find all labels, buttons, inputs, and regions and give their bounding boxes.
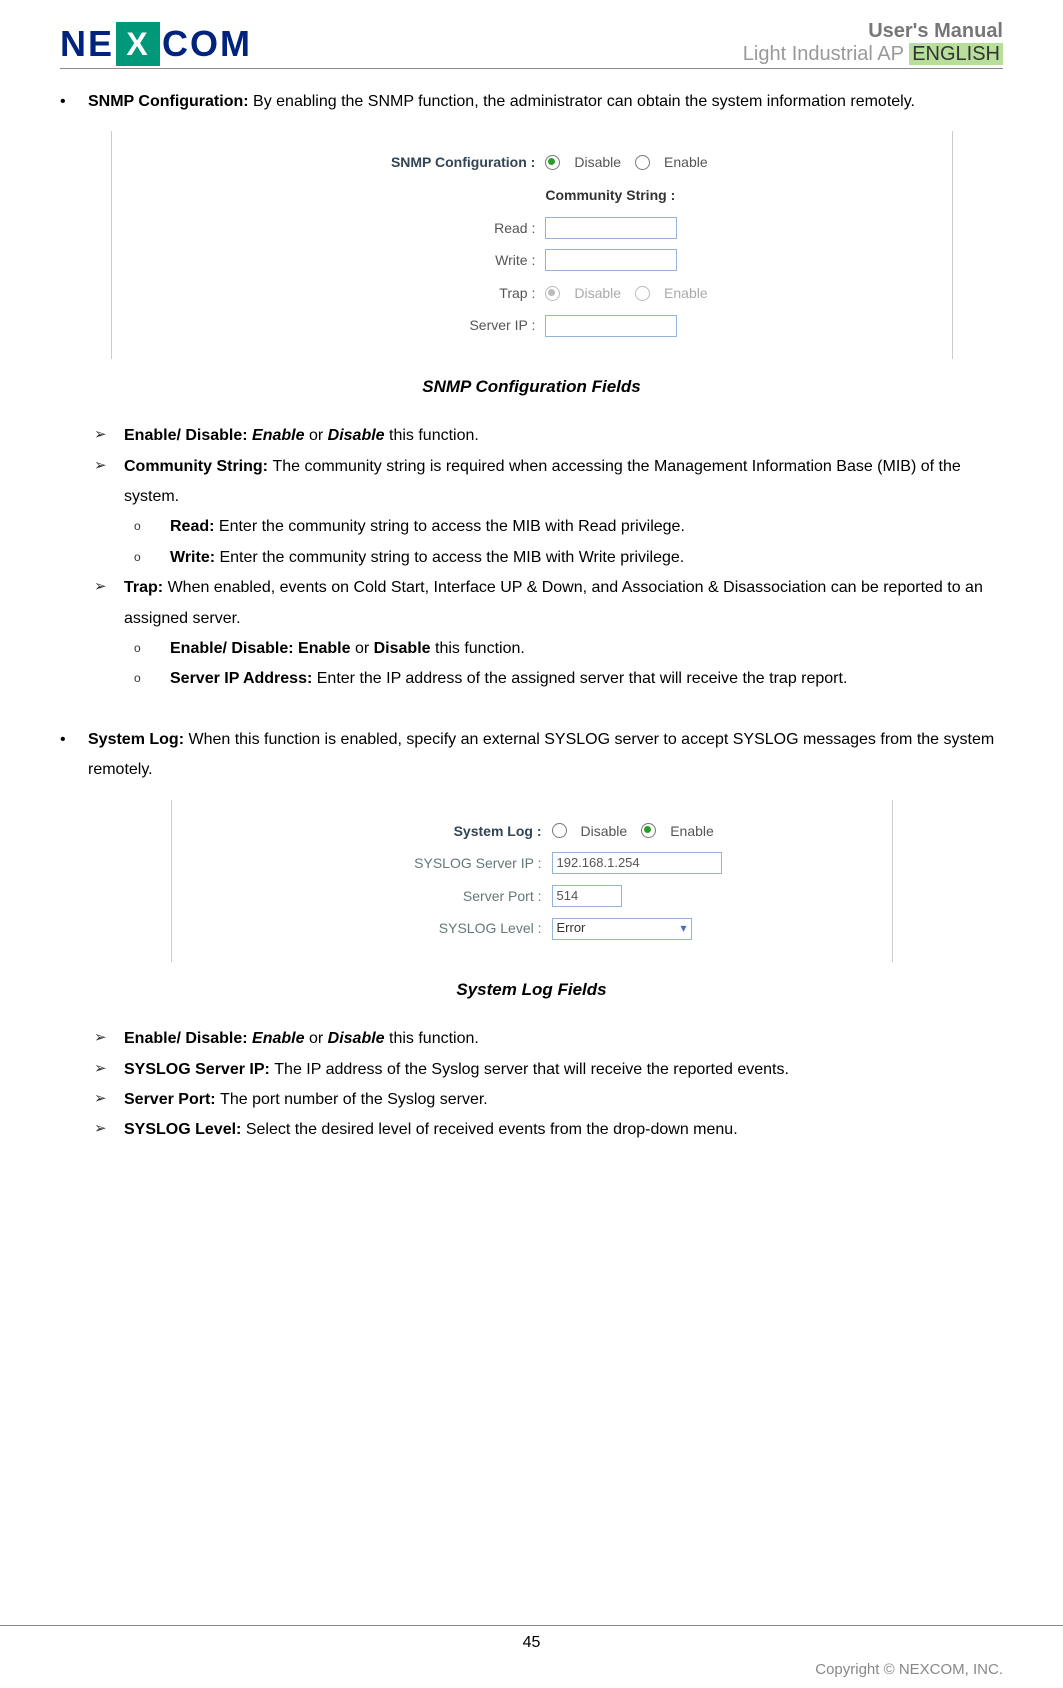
logo-text-ne: NE	[60, 23, 114, 65]
header-right: User's Manual Light Industrial AP ENGLIS…	[743, 20, 1003, 66]
arrow-icon: ➢	[94, 1055, 124, 1084]
fig-label-serverip: Server IP :	[355, 312, 545, 339]
fig-label-read: Read :	[355, 215, 545, 242]
fig-label-community: Community String :	[545, 182, 675, 209]
copyright: Copyright © NEXCOM, INC.	[815, 1661, 1003, 1678]
circle-icon: o	[134, 634, 170, 663]
trap-radio-enable-icon[interactable]	[635, 286, 650, 301]
logo: NE X COM	[60, 22, 252, 66]
arrow-icon: ➢	[94, 452, 124, 481]
syslog-ip-input[interactable]: 192.168.1.254	[552, 852, 722, 874]
doc-title: User's Manual	[743, 20, 1003, 43]
content: • SNMP Configuration: By enabling the SN…	[60, 87, 1003, 1146]
syslog-figure: System Log : Disable Enable SYSLOG Serve…	[60, 800, 1003, 962]
doc-subtitle: Light Industrial AP ENGLISH	[743, 43, 1003, 66]
snmp-desc: By enabling the SNMP function, the admin…	[249, 93, 915, 110]
fig-label-syslog: System Log :	[342, 818, 552, 845]
fig-opt-enable: Enable	[664, 149, 708, 176]
arrow-icon: ➢	[94, 421, 124, 450]
syslog-desc: When this function is enabled, specify a…	[88, 731, 994, 778]
logo-text-com: COM	[162, 23, 252, 65]
page-number: 45	[0, 1625, 1063, 1652]
circle-icon: o	[134, 512, 170, 541]
snmp-caption: SNMP Configuration Fields	[60, 371, 1003, 403]
serverip-input[interactable]	[545, 315, 677, 337]
bullet-icon: •	[60, 87, 88, 117]
syslog-title: System Log:	[88, 731, 188, 748]
fig-syslog-enable: Enable	[670, 818, 714, 845]
arrow-syslog-ip: ➢ SYSLOG Server IP: The IP address of th…	[94, 1055, 1003, 1085]
arrow-icon: ➢	[94, 1024, 124, 1053]
arrow-community: ➢ Community String: The community string…	[94, 452, 1003, 513]
fig-syslog-disable: Disable	[581, 818, 628, 845]
circ-read: o Read: Enter the community string to ac…	[134, 512, 1003, 542]
fig-label-trap: Trap :	[355, 280, 545, 307]
snmp-figure: SNMP Configuration : Disable Enable Comm…	[60, 131, 1003, 359]
arrow-trap: ➢ Trap: When enabled, events on Cold Sta…	[94, 573, 1003, 634]
circle-icon: o	[134, 664, 170, 693]
syslog-radio-disable-icon[interactable]	[552, 823, 567, 838]
fig-opt-disable: Disable	[574, 149, 621, 176]
syslog-radio-enable-icon[interactable]	[641, 823, 656, 838]
fig-label-syslog-ip: SYSLOG Server IP :	[342, 850, 552, 877]
circ-trap-enable: o Enable/ Disable: Enable or Disable thi…	[134, 634, 1003, 664]
trap-radio-disable-icon[interactable]	[545, 286, 560, 301]
bullet-syslog: • System Log: When this function is enab…	[60, 725, 1003, 786]
fig-label-snmp: SNMP Configuration :	[355, 149, 545, 176]
arrow-icon: ➢	[94, 573, 124, 602]
arrow-syslog-port: ➢ Server Port: The port number of the Sy…	[94, 1085, 1003, 1115]
syslog-port-input[interactable]: 514	[552, 885, 622, 907]
read-input[interactable]	[545, 217, 677, 239]
arrow-syslog-enable: ➢ Enable/ Disable: Enable or Disable thi…	[94, 1024, 1003, 1054]
arrow-icon: ➢	[94, 1085, 124, 1114]
arrow-enable: ➢ Enable/ Disable: Enable or Disable thi…	[94, 421, 1003, 451]
arrow-icon: ➢	[94, 1115, 124, 1144]
fig-trap-enable: Enable	[664, 280, 708, 307]
logo-x-icon: X	[116, 22, 160, 66]
syslog-caption: System Log Fields	[60, 974, 1003, 1006]
circle-icon: o	[134, 543, 170, 572]
fig-label-write: Write :	[355, 247, 545, 274]
snmp-title: SNMP Configuration:	[88, 93, 249, 110]
bullet-icon: •	[60, 725, 88, 755]
arrow-syslog-level: ➢ SYSLOG Level: Select the desired level…	[94, 1115, 1003, 1145]
bullet-snmp: • SNMP Configuration: By enabling the SN…	[60, 87, 1003, 117]
fig-trap-disable: Disable	[574, 280, 621, 307]
fig-label-syslog-level: SYSLOG Level :	[342, 915, 552, 942]
circ-write: o Write: Enter the community string to a…	[134, 543, 1003, 573]
write-input[interactable]	[545, 249, 677, 271]
page-header: NE X COM User's Manual Light Industrial …	[60, 20, 1003, 69]
radio-enable-icon[interactable]	[635, 155, 650, 170]
circ-trap-ip: o Server IP Address: Enter the IP addres…	[134, 664, 1003, 694]
radio-disable-icon[interactable]	[545, 155, 560, 170]
syslog-level-select[interactable]: Error ▾	[552, 918, 692, 940]
chevron-down-icon: ▾	[680, 917, 686, 940]
fig-label-syslog-port: Server Port :	[342, 883, 552, 910]
